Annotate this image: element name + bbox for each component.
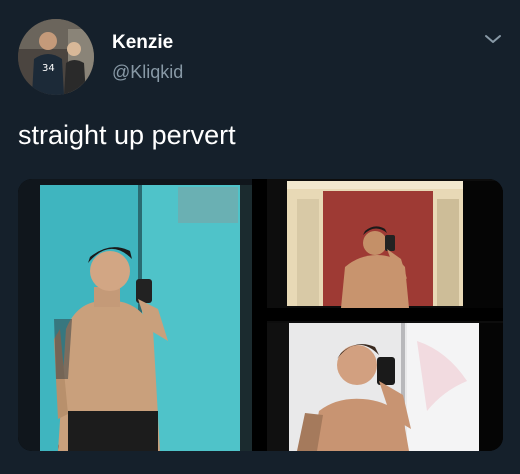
avatar-photo: 34 bbox=[18, 19, 94, 95]
media-photo-3[interactable] bbox=[267, 321, 503, 451]
media-photo-1[interactable] bbox=[18, 179, 252, 451]
media-grid bbox=[18, 179, 503, 451]
tweet-card: 34 Kenzie @Kliqkid straight up pervert bbox=[0, 0, 520, 474]
chevron-down-icon[interactable] bbox=[483, 31, 503, 47]
tweet-text: straight up pervert bbox=[18, 120, 236, 150]
author-display-name[interactable]: Kenzie bbox=[112, 32, 173, 54]
author-handle[interactable]: @Kliqkid bbox=[112, 62, 183, 83]
media-photo-2[interactable] bbox=[267, 179, 503, 308]
svg-text:34: 34 bbox=[42, 63, 55, 74]
author-avatar[interactable]: 34 bbox=[18, 19, 94, 95]
